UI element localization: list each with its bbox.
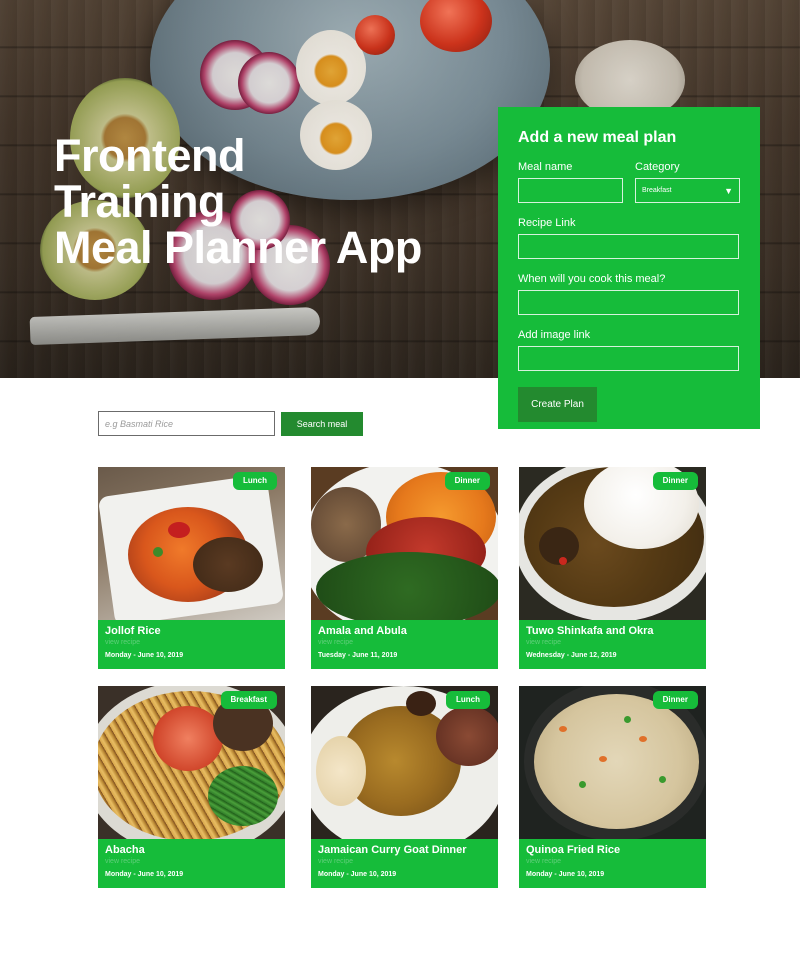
meal-name: Abacha bbox=[105, 844, 145, 856]
cook-date-label: When will you cook this meal? bbox=[518, 273, 666, 285]
dropdown-arrow-icon: ▼ bbox=[724, 185, 733, 196]
meal-name: Jollof Rice bbox=[105, 625, 161, 637]
image-link-input[interactable] bbox=[518, 346, 739, 371]
meal-name-input[interactable] bbox=[518, 178, 623, 203]
meal-name-category-row: Meal name Category Breakfast ▼ bbox=[518, 161, 740, 203]
page-title: Frontend Training Meal Planner App bbox=[54, 133, 494, 271]
category-selected-value: Breakfast bbox=[642, 187, 672, 194]
category-badge: Breakfast bbox=[220, 691, 277, 709]
title-line: Frontend bbox=[54, 130, 245, 181]
meal-date: Tuesday - June 11, 2019 bbox=[318, 652, 398, 659]
meal-card[interactable]: Dinner Quinoa Fried Rice view recipe Mon… bbox=[519, 686, 706, 888]
category-badge: Dinner bbox=[652, 691, 698, 709]
title-line: Training bbox=[54, 176, 226, 227]
view-recipe-link[interactable]: view recipe bbox=[105, 638, 279, 648]
create-plan-button[interactable]: Create Plan bbox=[518, 387, 597, 422]
meal-card[interactable]: Lunch Jollof Rice view recipe Monday - J… bbox=[98, 467, 285, 669]
view-recipe-link[interactable]: view recipe bbox=[105, 857, 279, 867]
category-badge: Lunch bbox=[446, 691, 490, 709]
category-badge: Dinner bbox=[444, 472, 490, 490]
form-title: Add a new meal plan bbox=[518, 129, 677, 146]
image-link-label: Add image link bbox=[518, 329, 591, 341]
category-badge: Lunch bbox=[233, 472, 277, 490]
meal-name: Jamaican Curry Goat Dinner bbox=[318, 844, 467, 856]
meal-date: Wednesday - June 12, 2019 bbox=[526, 652, 617, 659]
meal-date: Monday - June 10, 2019 bbox=[318, 871, 397, 878]
meal-name: Quinoa Fried Rice bbox=[526, 844, 621, 856]
meal-card[interactable]: Dinner Tuwo Shinkafa and Okra view recip… bbox=[519, 467, 706, 669]
meal-card[interactable]: Breakfast Abacha view recipe Monday - Ju… bbox=[98, 686, 285, 888]
recipe-link-label: Recipe Link bbox=[518, 217, 576, 229]
view-recipe-link[interactable]: view recipe bbox=[526, 857, 700, 867]
meal-name: Tuwo Shinkafa and Okra bbox=[526, 625, 654, 637]
category-select[interactable]: Breakfast ▼ bbox=[635, 178, 740, 203]
view-recipe-link[interactable]: view recipe bbox=[526, 638, 700, 648]
title-line: Meal Planner App bbox=[54, 222, 422, 273]
cook-date-input[interactable] bbox=[518, 290, 739, 315]
search-meal-input[interactable] bbox=[98, 411, 275, 436]
meal-date: Monday - June 10, 2019 bbox=[105, 652, 184, 659]
meal-name-label: Meal name bbox=[518, 161, 573, 173]
category-label: Category bbox=[635, 161, 680, 173]
category-badge: Dinner bbox=[652, 472, 698, 490]
recipe-link-input[interactable] bbox=[518, 234, 739, 259]
meal-date: Monday - June 10, 2019 bbox=[526, 871, 605, 878]
meal-date: Monday - June 10, 2019 bbox=[105, 871, 184, 878]
meal-card[interactable]: Lunch Jamaican Curry Goat Dinner view re… bbox=[311, 686, 498, 888]
add-meal-plan-form: Add a new meal plan Meal name Category B… bbox=[498, 107, 760, 429]
meal-name: Amala and Abula bbox=[318, 625, 407, 637]
search-meal-button[interactable]: Search meal bbox=[281, 412, 363, 436]
view-recipe-link[interactable]: view recipe bbox=[318, 638, 492, 648]
view-recipe-link[interactable]: view recipe bbox=[318, 857, 492, 867]
meal-card[interactable]: Dinner Amala and Abula view recipe Tuesd… bbox=[311, 467, 498, 669]
